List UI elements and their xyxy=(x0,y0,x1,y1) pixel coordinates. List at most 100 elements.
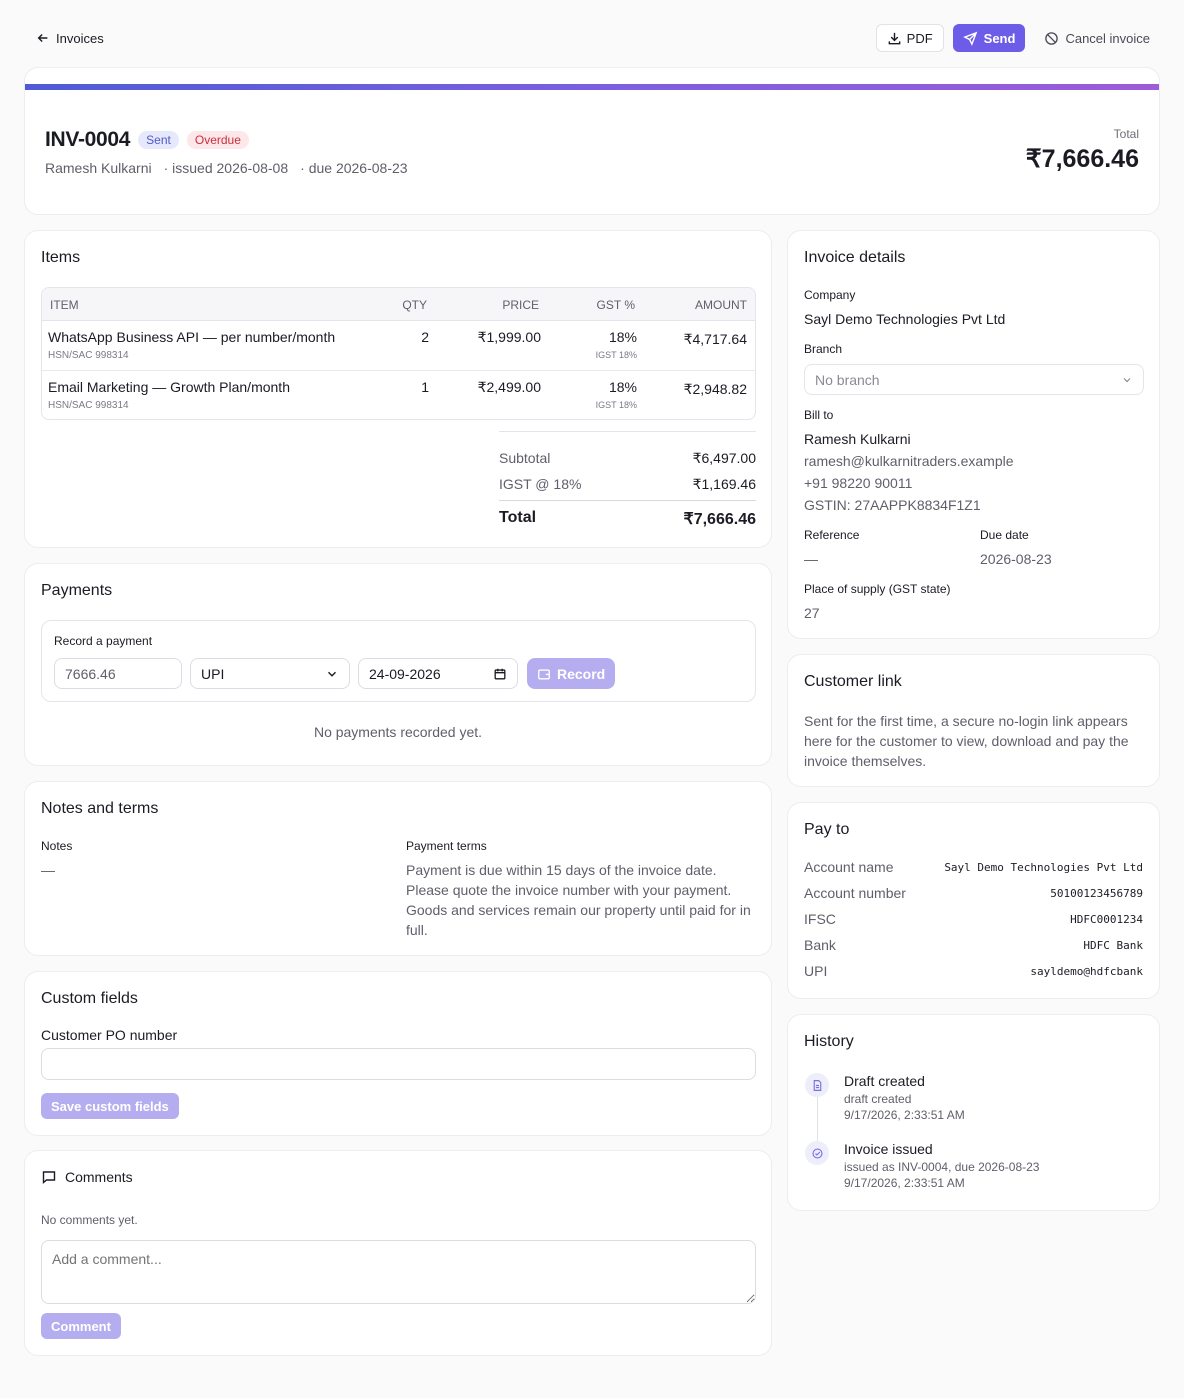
items-table-header: ITEM QTY PRICE GST % AMOUNT xyxy=(42,288,755,321)
payment-amount-input[interactable]: 7666.46 xyxy=(54,658,182,689)
payment-terms-label: Payment terms xyxy=(406,839,487,853)
comment-textarea[interactable] xyxy=(41,1240,756,1304)
pay-to-row: IFSC HDFC0001234 xyxy=(804,911,1143,927)
payment-terms-value: Payment is due within 15 days of the inv… xyxy=(406,862,751,938)
item-qty: 2 xyxy=(421,329,429,345)
calendar-icon xyxy=(494,668,506,679)
branch-select[interactable]: No branch xyxy=(804,364,1144,395)
download-icon xyxy=(888,32,901,44)
history-event-title: Draft created xyxy=(844,1073,925,1089)
pay-to-row: Bank HDFC Bank xyxy=(804,937,1143,953)
reference-label: Reference xyxy=(804,528,860,542)
accent-gradient-bar xyxy=(25,84,1159,90)
tax-row: IGST @ 18% ₹1,169.46 xyxy=(499,476,756,493)
cancel-invoice-button[interactable]: Cancel invoice xyxy=(1034,24,1160,52)
payment-date-input[interactable]: 24-09-2026 xyxy=(358,658,518,689)
tax-label: IGST @ 18% xyxy=(499,476,582,492)
items-card: Items ITEM QTY PRICE GST % AMOUNT WhatsA… xyxy=(24,230,772,548)
comments-card: Comments No comments yet. Comment xyxy=(24,1150,772,1356)
column-header-qty: QTY xyxy=(402,298,427,312)
customer-name: Ramesh Kulkarni xyxy=(45,160,152,176)
total-row: Total ₹7,666.46 xyxy=(499,500,756,529)
item-gst: 18% xyxy=(608,329,637,345)
table-row: WhatsApp Business API — per number/month… xyxy=(42,321,755,370)
item-price: ₹2,499.00 xyxy=(477,379,541,395)
customer-link-title: Customer link xyxy=(804,673,902,690)
po-number-input[interactable] xyxy=(41,1048,756,1080)
bill-to-email: ramesh@kulkarnitraders.example xyxy=(804,453,1014,469)
item-name: WhatsApp Business API — per number/month xyxy=(48,329,336,345)
history-event-title: Invoice issued xyxy=(844,1141,933,1157)
company-value: Sayl Demo Technologies Pvt Ltd xyxy=(804,311,1006,327)
bill-to-gstin: GSTIN: 27AAPPK8834F1Z1 xyxy=(804,497,981,513)
totals-block: Subtotal ₹6,497.00 IGST @ 18% ₹1,169.46 … xyxy=(499,431,756,528)
details-title: Invoice details xyxy=(804,249,906,266)
back-to-invoices-link[interactable]: Invoices xyxy=(36,31,104,46)
status-badge-sent: Sent xyxy=(138,131,179,149)
history-event-time: 9/17/2026, 2:33:51 AM xyxy=(844,1108,965,1122)
timeline-dot xyxy=(805,1073,829,1097)
history-event-detail: draft created xyxy=(844,1092,912,1106)
top-bar: Invoices PDF Send Cancel invoice xyxy=(24,22,1160,54)
bill-to-name: Ramesh Kulkarni xyxy=(804,431,911,447)
pay-to-value: sayldemo@hdfcbank xyxy=(1030,964,1143,978)
item-amount: ₹2,948.82 xyxy=(683,381,747,397)
bill-to-label: Bill to xyxy=(804,408,834,422)
pay-to-key: IFSC xyxy=(804,911,836,927)
save-custom-fields-button[interactable]: Save custom fields xyxy=(41,1093,179,1119)
table-row: Email Marketing — Growth Plan/month HSN/… xyxy=(42,370,755,419)
pay-to-key: Account name xyxy=(804,859,894,875)
subtotal-value: ₹6,497.00 xyxy=(692,450,756,466)
pay-to-row: Account number 50100123456789 xyxy=(804,885,1143,901)
subtotal-row: Subtotal ₹6,497.00 xyxy=(499,450,756,467)
customer-link-card: Customer link Sent for the first time, a… xyxy=(787,654,1160,787)
notes-terms-card: Notes and terms Notes — Payment terms Pa… xyxy=(24,781,772,956)
file-icon xyxy=(813,1079,821,1091)
chevron-down-icon xyxy=(328,671,336,677)
item-gst-type: IGST 18% xyxy=(595,350,637,360)
payment-amount-value: 7666.46 xyxy=(65,665,116,682)
pay-to-key: UPI xyxy=(804,963,828,979)
pdf-button[interactable]: PDF xyxy=(875,24,944,52)
send-button[interactable]: Send xyxy=(952,24,1026,52)
due-date-label: Due date xyxy=(980,528,1029,542)
subtotal-label: Subtotal xyxy=(499,450,551,466)
po-number-label: Customer PO number xyxy=(41,1027,178,1043)
pay-to-value: HDFC Bank xyxy=(1083,938,1143,952)
tax-value: ₹1,169.46 xyxy=(692,476,756,492)
item-price: ₹1,999.00 xyxy=(477,329,541,345)
reference-value: — xyxy=(804,551,818,567)
record-payment-form: Record a payment 7666.46 UPI 24-09-2026 … xyxy=(41,620,756,702)
pay-to-value: HDFC0001234 xyxy=(1070,912,1143,926)
history-event-detail: issued as INV-0004, due 2026-08-23 xyxy=(844,1160,1040,1174)
company-label: Company xyxy=(804,288,856,302)
item-qty: 1 xyxy=(421,379,429,395)
payments-card: Payments Record a payment 7666.46 UPI 24… xyxy=(24,563,772,766)
place-of-supply-label: Place of supply (GST state) xyxy=(804,582,951,596)
record-payment-button[interactable]: Record xyxy=(527,658,616,689)
pay-to-row: Account name Sayl Demo Technologies Pvt … xyxy=(804,859,1143,875)
payment-method-value: UPI xyxy=(201,665,225,682)
send-button-label: Send xyxy=(983,30,1016,46)
invoice-header-card: INV-0004 Sent Overdue Ramesh Kulkarni · … xyxy=(24,67,1160,215)
item-gst-type: IGST 18% xyxy=(595,400,637,410)
item-hsn: HSN/SAC 998314 xyxy=(48,400,129,411)
branch-value: No branch xyxy=(815,371,880,388)
history-title: History xyxy=(804,1033,854,1050)
payment-method-select[interactable]: UPI xyxy=(190,658,350,689)
bill-to-phone: +91 98220 90011 xyxy=(804,475,913,491)
pdf-button-label: PDF xyxy=(906,30,933,46)
record-button-label: Record xyxy=(557,665,606,682)
comment-button[interactable]: Comment xyxy=(41,1313,121,1339)
chevron-down-icon xyxy=(1123,377,1131,382)
total-value: ₹7,666.46 xyxy=(683,511,756,528)
cancel-invoice-label: Cancel invoice xyxy=(1065,30,1150,46)
invoice-details-card: Invoice details Company Sayl Demo Techno… xyxy=(787,230,1160,639)
pay-to-key: Account number xyxy=(804,885,906,901)
due-date: · due 2026-08-23 xyxy=(300,160,408,176)
ban-icon xyxy=(1045,31,1059,45)
comments-header: Comments xyxy=(41,1169,133,1185)
back-link-label: Invoices xyxy=(56,30,104,46)
history-card: History Draft created draft created 9/17… xyxy=(787,1014,1160,1211)
pay-to-title: Pay to xyxy=(804,821,850,838)
